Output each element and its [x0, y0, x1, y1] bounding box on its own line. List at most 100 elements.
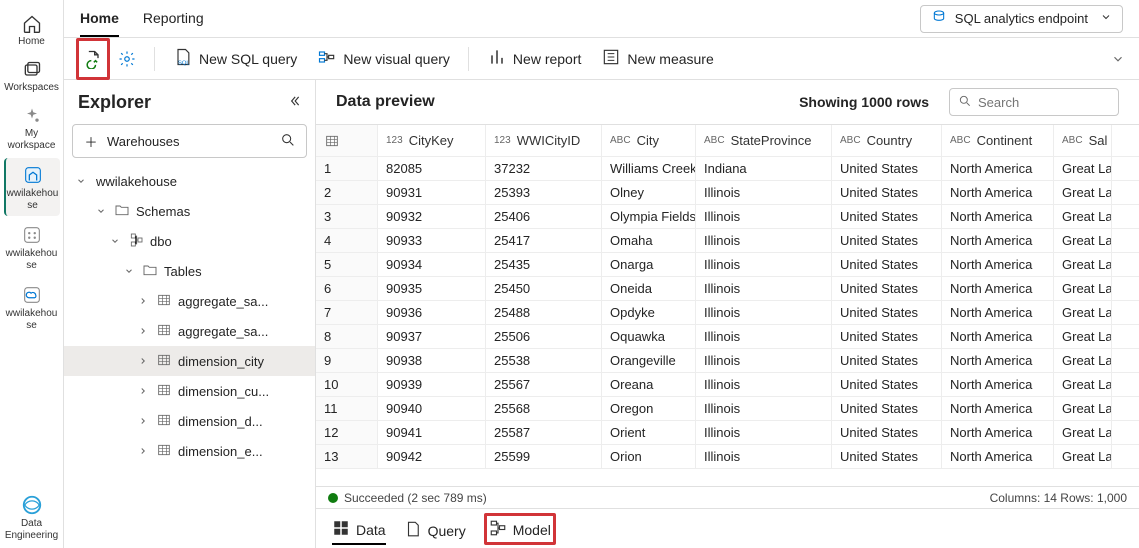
grid-header-cell[interactable]: ABCSal	[1054, 125, 1112, 156]
grid-row-header[interactable]: 4	[316, 229, 378, 252]
grid-cell[interactable]: Illinois	[696, 229, 832, 252]
grid-cell[interactable]: 90937	[378, 325, 486, 348]
tab-reporting[interactable]: Reporting	[143, 0, 204, 37]
grid-cell[interactable]: Olney	[602, 181, 696, 204]
tab-home[interactable]: Home	[80, 0, 119, 37]
grid-cell[interactable]: Illinois	[696, 349, 832, 372]
grid-row[interactable]: 69093525450OneidaIllinoisUnited StatesNo…	[316, 277, 1139, 301]
grid-cell[interactable]: Great La	[1054, 205, 1112, 228]
grid-row-header[interactable]: 12	[316, 421, 378, 444]
grid-row-header[interactable]: 11	[316, 397, 378, 420]
grid-cell[interactable]: Great La	[1054, 301, 1112, 324]
grid-cell[interactable]: 25567	[486, 373, 602, 396]
tree-node[interactable]: aggregate_sa...	[64, 316, 315, 346]
tree-node[interactable]: wwilakehouse	[64, 166, 315, 196]
grid-cell[interactable]: North America	[942, 205, 1054, 228]
grid-cell[interactable]: United States	[832, 373, 942, 396]
grid-cell[interactable]: Illinois	[696, 397, 832, 420]
grid-cell[interactable]: Illinois	[696, 253, 832, 276]
grid-cell[interactable]: Illinois	[696, 181, 832, 204]
grid-cell[interactable]: 90941	[378, 421, 486, 444]
grid-cell[interactable]: United States	[832, 325, 942, 348]
grid-cell[interactable]: Omaha	[602, 229, 696, 252]
tree-node[interactable]: dimension_d...	[64, 406, 315, 436]
grid-cell[interactable]: Illinois	[696, 445, 832, 468]
grid-cell[interactable]: North America	[942, 277, 1054, 300]
grid-cell[interactable]: Great La	[1054, 229, 1112, 252]
grid-cell[interactable]: Great La	[1054, 373, 1112, 396]
grid-cell[interactable]: Indiana	[696, 157, 832, 180]
grid-cell[interactable]: Great La	[1054, 325, 1112, 348]
grid-cell[interactable]: Orangeville	[602, 349, 696, 372]
toolbar-overflow-button[interactable]	[1109, 43, 1127, 75]
grid-cell[interactable]: 82085	[378, 157, 486, 180]
data-grid[interactable]: 123CityKey123WWICityIDABCCityABCStatePro…	[316, 124, 1139, 469]
grid-cell[interactable]: 25568	[486, 397, 602, 420]
collapse-panel-button[interactable]	[287, 92, 301, 113]
grid-cell[interactable]: Oneida	[602, 277, 696, 300]
grid-cell[interactable]: Oregon	[602, 397, 696, 420]
grid-cell[interactable]: 25599	[486, 445, 602, 468]
grid-cell[interactable]: Illinois	[696, 325, 832, 348]
grid-cell[interactable]: 25506	[486, 325, 602, 348]
grid-row-header[interactable]: 7	[316, 301, 378, 324]
grid-row-header[interactable]: 5	[316, 253, 378, 276]
tree-node[interactable]: aggregate_sa...	[64, 286, 315, 316]
grid-cell[interactable]: North America	[942, 253, 1054, 276]
search-icon[interactable]	[280, 132, 296, 151]
rail-item-lakehouse-dots[interactable]: wwilakehou se	[4, 218, 60, 276]
new-sql-query-button[interactable]: SQL New SQL query	[171, 43, 299, 75]
grid-row[interactable]: 139094225599OrionIllinoisUnited StatesNo…	[316, 445, 1139, 469]
grid-cell[interactable]: Illinois	[696, 421, 832, 444]
tree-toggle-icon[interactable]	[76, 174, 90, 189]
grid-cell[interactable]: 90934	[378, 253, 486, 276]
grid-cell[interactable]: Great La	[1054, 253, 1112, 276]
grid-row[interactable]: 109093925567OreanaIllinoisUnited StatesN…	[316, 373, 1139, 397]
grid-cell[interactable]: Illinois	[696, 373, 832, 396]
grid-row[interactable]: 129094125587OrientIllinoisUnited StatesN…	[316, 421, 1139, 445]
grid-cell[interactable]: United States	[832, 445, 942, 468]
grid-row[interactable]: 39093225406Olympia FieldsIllinoisUnited …	[316, 205, 1139, 229]
grid-header-cell[interactable]: ABCStateProvince	[696, 125, 832, 156]
grid-cell[interactable]: Illinois	[696, 205, 832, 228]
get-data-button[interactable]	[81, 43, 105, 75]
view-tab-model[interactable]: Model	[484, 513, 556, 545]
grid-cell[interactable]: United States	[832, 157, 942, 180]
grid-cell[interactable]: United States	[832, 421, 942, 444]
grid-cell[interactable]: 90933	[378, 229, 486, 252]
grid-cell[interactable]: North America	[942, 445, 1054, 468]
grid-cell[interactable]: North America	[942, 157, 1054, 180]
grid-cell[interactable]: North America	[942, 397, 1054, 420]
grid-row-header[interactable]: 6	[316, 277, 378, 300]
endpoint-selector[interactable]: SQL analytics endpoint	[920, 5, 1123, 33]
grid-cell[interactable]: Onarga	[602, 253, 696, 276]
grid-cell[interactable]: United States	[832, 349, 942, 372]
settings-button[interactable]	[116, 43, 138, 75]
tree-toggle-icon[interactable]	[124, 264, 138, 279]
view-tab-data[interactable]: Data	[332, 513, 386, 545]
rail-item-lakehouse-blue[interactable]: wwilakehou se	[4, 158, 60, 216]
new-report-button[interactable]: New report	[485, 43, 583, 75]
grid-cell[interactable]: Great La	[1054, 445, 1112, 468]
grid-cell[interactable]: North America	[942, 373, 1054, 396]
tree-toggle-icon[interactable]	[138, 444, 152, 459]
grid-cell[interactable]: Great La	[1054, 349, 1112, 372]
tree-node[interactable]: Tables	[64, 256, 315, 286]
grid-cell[interactable]: Opdyke	[602, 301, 696, 324]
grid-cell[interactable]: Illinois	[696, 301, 832, 324]
grid-cell[interactable]: 90932	[378, 205, 486, 228]
grid-row-header[interactable]: 2	[316, 181, 378, 204]
grid-cell[interactable]: North America	[942, 349, 1054, 372]
grid-row-header[interactable]: 3	[316, 205, 378, 228]
grid-cell[interactable]: United States	[832, 397, 942, 420]
grid-row-header[interactable]: 8	[316, 325, 378, 348]
grid-cell[interactable]: Great La	[1054, 181, 1112, 204]
grid-cell[interactable]: North America	[942, 301, 1054, 324]
add-warehouse-button[interactable]: ＋ Warehouses	[72, 124, 307, 158]
tree-toggle-icon[interactable]	[110, 234, 124, 249]
grid-cell[interactable]: Orient	[602, 421, 696, 444]
tree-toggle-icon[interactable]	[138, 414, 152, 429]
grid-row[interactable]: 49093325417OmahaIllinoisUnited StatesNor…	[316, 229, 1139, 253]
grid-header-cell[interactable]: 123CityKey	[378, 125, 486, 156]
grid-row-header[interactable]: 13	[316, 445, 378, 468]
